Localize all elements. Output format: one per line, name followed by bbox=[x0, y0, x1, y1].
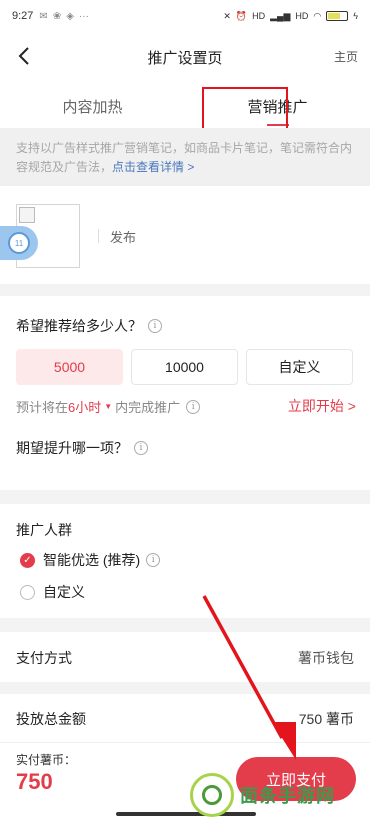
broken-image-icon bbox=[19, 207, 35, 223]
watermark-text: 面条手游网 bbox=[240, 786, 335, 806]
audience-option-custom[interactable]: 自定义 bbox=[20, 582, 85, 602]
reach-option-custom[interactable]: 自定义 bbox=[246, 349, 353, 385]
floating-ball-icon: 11 bbox=[8, 232, 30, 254]
back-button[interactable] bbox=[12, 44, 36, 68]
audience-option-label: 智能优选 (推荐) bbox=[43, 552, 141, 568]
start-now-link[interactable]: 立即开始 > bbox=[288, 396, 356, 416]
shield-icon: ◈ bbox=[66, 10, 74, 22]
watermark-logo-icon bbox=[190, 773, 234, 817]
radio-icon[interactable] bbox=[20, 584, 35, 600]
info-icon[interactable]: i bbox=[186, 399, 201, 414]
tab-label: 内容加热 bbox=[62, 99, 123, 116]
audience-title: 推广人群 bbox=[16, 522, 72, 538]
nav-bar: 推广设置页 主页 bbox=[0, 32, 370, 82]
mute-icon: ✕ bbox=[223, 10, 231, 21]
total-amount-value: 750 薯币 bbox=[298, 711, 354, 727]
home-link[interactable]: 主页 bbox=[334, 48, 358, 65]
tab-marketing-promotion[interactable]: 营销推广 bbox=[185, 82, 370, 128]
status-time: 9:27 bbox=[12, 10, 34, 22]
estimate-hours-select[interactable]: 6小时 bbox=[68, 397, 101, 416]
app-icon: ❀ bbox=[52, 10, 62, 22]
info-notice: 支持以广告样式推广营销笔记，如商品卡片笔记，笔记需符合内容规范及广告法，点击查看… bbox=[0, 128, 370, 186]
site-watermark: 面条手游网 bbox=[190, 770, 366, 820]
alarm-icon: ⏰ bbox=[235, 10, 248, 21]
details-link[interactable]: 点击查看详情 > bbox=[112, 160, 194, 174]
audience-option-smart[interactable]: ✓ 智能优选 (推荐) i bbox=[20, 550, 161, 570]
goal-question-text: 期望提升哪一项？ bbox=[16, 440, 128, 456]
status-bar: 9:27 ✉ ❀ ◈ ··· ✕ ⏰ HD ▂▄▆ HD ◠ ϟ bbox=[0, 0, 370, 32]
active-tab-underline bbox=[266, 124, 289, 126]
payment-method-value: 薯币钱包 bbox=[298, 650, 354, 666]
tab-content-heat[interactable]: 内容加热 bbox=[0, 82, 185, 128]
payment-method-row[interactable]: 支付方式 薯币钱包 bbox=[0, 632, 370, 682]
reach-question-text: 希望推荐给多少人？ bbox=[16, 318, 142, 334]
reach-option-5000[interactable]: 5000 bbox=[16, 349, 123, 385]
signal-label-2: HD bbox=[295, 11, 309, 21]
divider bbox=[98, 229, 99, 243]
info-icon[interactable]: i bbox=[148, 319, 162, 333]
pay-amount: 750 bbox=[16, 769, 53, 794]
payment-method-label: 支付方式 bbox=[16, 650, 72, 666]
signal-label-1: HD bbox=[252, 11, 266, 21]
estimate-suffix: 内完成推广 bbox=[115, 400, 181, 415]
wifi-icon: ◠ bbox=[313, 10, 322, 21]
signal-icon: ▂▄▆ bbox=[270, 10, 291, 21]
audience-card: 推广人群 ✓ 智能优选 (推荐) i 自定义 bbox=[0, 504, 370, 618]
notification-icon: ✉ bbox=[39, 10, 48, 22]
floating-assistant-ball[interactable]: 11 bbox=[0, 226, 38, 260]
goal-question: 期望提升哪一项？ i bbox=[16, 438, 148, 458]
estimate-text: 预计将在 6小时 ▼ 内完成推广 i bbox=[16, 397, 201, 416]
info-icon[interactable]: i bbox=[134, 441, 148, 455]
checked-radio-icon[interactable]: ✓ bbox=[20, 552, 35, 568]
estimate-prefix: 预计将在 bbox=[16, 400, 69, 415]
info-icon[interactable]: i bbox=[146, 553, 161, 567]
reach-card: 希望推荐给多少人？ i 5000 10000 自定义 预计将在 6小时 ▼ 内完… bbox=[0, 296, 370, 490]
audience-option-label: 自定义 bbox=[43, 584, 85, 600]
charging-icon: ϟ bbox=[353, 11, 358, 21]
page-title: 推广设置页 bbox=[147, 49, 223, 67]
reach-options: 5000 10000 自定义 bbox=[16, 349, 353, 385]
dropdown-icon[interactable]: ▼ bbox=[104, 402, 112, 411]
tab-label: 营销推广 bbox=[247, 99, 308, 116]
note-preview: 发布 bbox=[0, 186, 370, 284]
reach-option-10000[interactable]: 10000 bbox=[131, 349, 238, 385]
total-amount-row: 投放总金额 750 薯币 bbox=[0, 694, 370, 744]
battery-icon bbox=[326, 11, 349, 21]
total-amount-label: 投放总金额 bbox=[16, 711, 86, 727]
publish-label: 发布 bbox=[110, 230, 137, 245]
tab-bar: 内容加热 营销推广 bbox=[0, 82, 370, 128]
more-dots: ··· bbox=[78, 10, 89, 22]
back-arrow-icon bbox=[18, 47, 29, 65]
status-system-icons: ✕ ⏰ HD ▂▄▆ HD ◠ ϟ bbox=[223, 11, 358, 22]
pay-label: 实付薯币： bbox=[16, 753, 77, 767]
reach-question: 希望推荐给多少人？ i bbox=[16, 316, 162, 336]
status-notification-icons: ✉ ❀ ◈ ··· bbox=[39, 11, 88, 22]
